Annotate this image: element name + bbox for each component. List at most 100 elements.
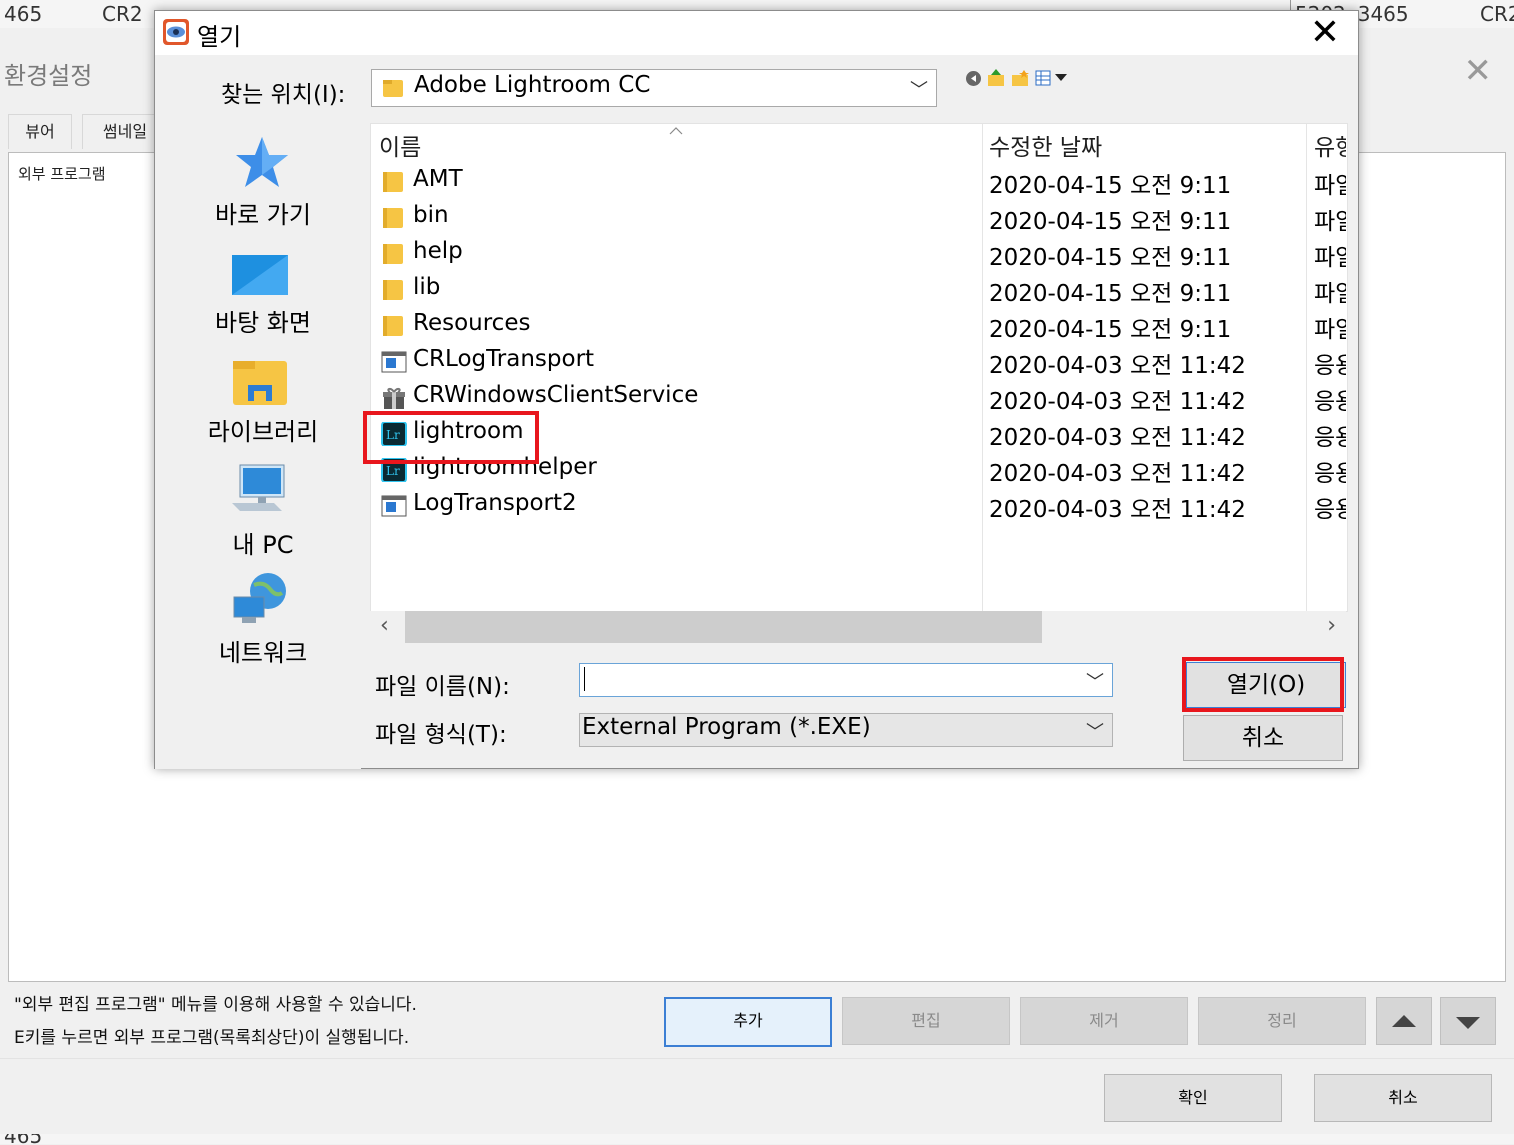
file-date: 2020-04-15 오전 9:11: [989, 209, 1232, 235]
filetype-value: External Program (*.EXE): [582, 714, 871, 740]
filetype-select[interactable]: External Program (*.EXE) ﹀: [579, 713, 1113, 747]
place-quick-access[interactable]: 바로 가기: [155, 135, 361, 235]
chevron-down-icon: ﹀: [910, 80, 928, 101]
computer-icon: [232, 464, 285, 511]
folder-icon: [383, 172, 403, 192]
file-name: Resources: [413, 310, 531, 336]
file-type: 파일: [1314, 173, 1346, 199]
file-type: 응용: [1314, 389, 1346, 415]
settings-title: 환경설정: [4, 62, 93, 90]
up-folder-icon[interactable]: [987, 69, 1005, 87]
move-up-button[interactable]: [1376, 997, 1432, 1045]
file-date: 2020-04-15 오전 9:11: [989, 173, 1232, 199]
place-this-pc[interactable]: 내 PC: [155, 463, 361, 563]
move-down-button[interactable]: [1440, 997, 1496, 1045]
file-type: 응용: [1314, 425, 1346, 451]
edit-button[interactable]: 편집: [842, 997, 1010, 1045]
file-type: 파일: [1314, 209, 1346, 235]
sort-ascending-icon: [669, 127, 683, 135]
places-bar: 바로 가기 바탕 화면 라이브러리 내 PC 네트워크: [155, 123, 361, 769]
file-date: 2020-04-03 오전 11:42: [989, 425, 1246, 451]
highlight-box: [1182, 657, 1344, 712]
triangle-down-icon: [1456, 1017, 1480, 1029]
file-name: AMT: [413, 166, 463, 192]
strip-cell: CR2: [102, 2, 143, 26]
file-name: LogTransport2: [413, 490, 577, 516]
place-network[interactable]: 네트워크: [155, 571, 361, 671]
chevron-down-icon[interactable]: ﹀: [1086, 668, 1104, 694]
library-folder-icon: [233, 361, 287, 405]
place-label: 라이브러리: [207, 418, 319, 446]
filename-input[interactable]: ﹀: [579, 663, 1113, 697]
view-menu-icon[interactable]: [1035, 70, 1071, 87]
add-button[interactable]: 추가: [664, 997, 832, 1047]
settings-close-icon[interactable]: ✕: [1464, 54, 1493, 88]
open-file-dialog: 열기 ✕ 찾는 위치(I): Adobe Lightroom CC ﹀ 바로 가…: [154, 10, 1359, 769]
desktop-icon: [232, 255, 288, 295]
scrollbar-thumb[interactable]: [405, 611, 1042, 643]
folder-icon: [383, 316, 403, 336]
file-row[interactable]: Resources 2020-04-15 오전 9:11 파일: [371, 308, 1347, 344]
horizontal-scrollbar[interactable]: ‹ ›: [370, 611, 1346, 643]
background-thumbnail-strip-bottom: 465: [0, 1134, 1514, 1144]
file-row[interactable]: help 2020-04-15 오전 9:11 파일: [371, 236, 1347, 272]
place-libraries[interactable]: 라이브러리: [155, 355, 361, 455]
file-date: 2020-04-03 오전 11:42: [989, 461, 1246, 487]
filetype-label: 파일 형식(T):: [375, 722, 507, 748]
file-row[interactable]: lib 2020-04-15 오전 9:11 파일: [371, 272, 1347, 308]
dialog-titlebar: 열기 ✕: [155, 11, 1358, 55]
file-date: 2020-04-15 오전 9:11: [989, 245, 1232, 271]
highlight-box: [363, 411, 539, 464]
place-label: 내 PC: [232, 531, 294, 559]
file-date: 2020-04-15 오전 9:11: [989, 281, 1232, 307]
remove-button[interactable]: 제거: [1020, 997, 1188, 1045]
strip-cell: 465: [4, 2, 43, 26]
file-name: help: [413, 238, 463, 264]
ok-button[interactable]: 확인: [1104, 1074, 1282, 1122]
file-list[interactable]: 이름 수정한 날짜 유형 AMT 2020-04-15 오전 9:11 파일 b…: [370, 123, 1348, 612]
place-label: 바로 가기: [215, 201, 311, 229]
network-globe-icon: [233, 573, 286, 623]
triangle-up-icon: [1392, 1015, 1416, 1027]
dialog-cancel-button[interactable]: 취소: [1183, 715, 1343, 761]
file-row[interactable]: CRLogTransport 2020-04-03 오전 11:42 응용: [371, 344, 1347, 380]
look-in-dropdown[interactable]: Adobe Lightroom CC ﹀: [371, 69, 937, 107]
file-name: bin: [413, 202, 449, 228]
hint-line-1: "외부 편집 프로그램" 메뉴를 이용해 사용할 수 있습니다.: [14, 995, 417, 1015]
strip-cell: CR2: [1480, 2, 1514, 26]
folder-icon: [383, 80, 403, 97]
file-row[interactable]: AMT 2020-04-15 오전 9:11 파일: [371, 164, 1347, 200]
column-header-name[interactable]: 이름: [379, 128, 421, 162]
file-type: 파일: [1314, 281, 1346, 307]
file-row[interactable]: bin 2020-04-15 오전 9:11 파일: [371, 200, 1347, 236]
new-folder-icon[interactable]: [1011, 69, 1029, 87]
file-name: CRLogTransport: [413, 346, 595, 372]
filename-label: 파일 이름(N):: [375, 674, 510, 700]
app-window-icon: [381, 351, 407, 373]
place-desktop[interactable]: 바탕 화면: [155, 247, 361, 347]
back-icon[interactable]: [965, 70, 982, 87]
file-name: lib: [413, 274, 441, 300]
file-date: 2020-04-03 오전 11:42: [989, 353, 1246, 379]
settings-footer: 확인 취소: [0, 1058, 1514, 1145]
sort-button[interactable]: 정리: [1198, 997, 1366, 1045]
file-type: 파일: [1314, 317, 1346, 343]
file-row[interactable]: LogTransport2 2020-04-03 오전 11:42 응용: [371, 488, 1347, 524]
dialog-title: 열기: [197, 23, 242, 51]
tab-viewer[interactable]: 뷰어: [8, 114, 72, 149]
scroll-right-icon[interactable]: ›: [1327, 613, 1336, 638]
folder-icon: [383, 244, 403, 264]
column-header-date[interactable]: 수정한 날짜: [989, 128, 1102, 162]
file-date: 2020-04-03 오전 11:42: [989, 389, 1246, 415]
look-in-value: Adobe Lightroom CC: [414, 72, 651, 98]
place-label: 바탕 화면: [215, 309, 311, 337]
file-type: 응용: [1314, 461, 1346, 487]
place-label: 네트워크: [218, 639, 308, 667]
scroll-left-icon[interactable]: ‹: [380, 613, 389, 638]
file-name: CRWindowsClientService: [413, 382, 699, 408]
hint-line-2: E키를 누르면 외부 프로그램(목록최상단)이 실행됩니다.: [14, 1028, 410, 1048]
file-type: 파일: [1314, 245, 1346, 271]
settings-cancel-button[interactable]: 취소: [1314, 1074, 1492, 1122]
column-header-type[interactable]: 유형: [1314, 128, 1346, 162]
dialog-close-icon[interactable]: ✕: [1310, 13, 1340, 53]
